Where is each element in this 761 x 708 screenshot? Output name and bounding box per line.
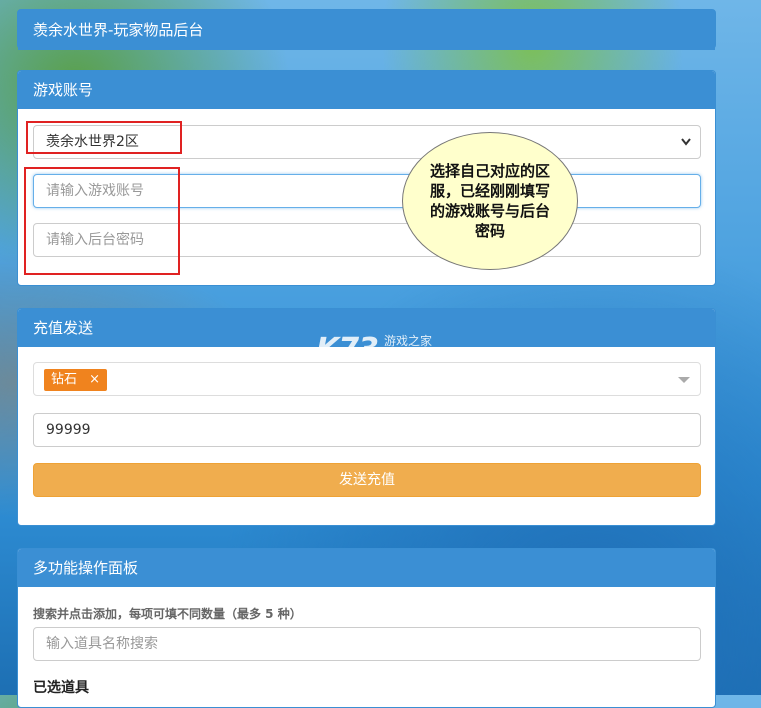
annotation-box-server xyxy=(26,121,182,154)
chevron-down-icon xyxy=(680,126,692,171)
send-recharge-button[interactable]: 发送充值 xyxy=(33,463,701,497)
title-panel: 羡余水世界-玩家物品后台 xyxy=(17,9,716,50)
page-title: 羡余水世界-玩家物品后台 xyxy=(18,10,715,50)
amount-input[interactable]: 99999 xyxy=(33,413,701,447)
selected-items-label: 已选道具 xyxy=(33,680,89,696)
close-icon[interactable]: × xyxy=(89,372,100,387)
item-multiselect[interactable]: 钻石 × xyxy=(33,362,701,396)
annotation-box-credentials xyxy=(24,167,180,275)
item-search-input[interactable]: 输入道具名称搜索 xyxy=(33,627,701,661)
watermark-logo-text: K73 xyxy=(316,332,379,367)
multi-panel-heading: 多功能操作面板 xyxy=(18,549,715,587)
search-hint: 搜索并点击添加，每项可填不同数量（最多 5 种） xyxy=(33,607,302,621)
item-tag-label: 钻石 xyxy=(51,372,78,387)
caret-down-icon xyxy=(678,377,690,383)
watermark-domain-text: .com xyxy=(394,347,421,360)
annotation-bubble: 选择自己对应的区服，已经刚刚填写的游戏账号与后台密码 xyxy=(402,132,578,270)
multi-panel: 多功能操作面板 搜索并点击添加，每项可填不同数量（最多 5 种） 输入道具名称搜… xyxy=(17,548,716,708)
item-search-placeholder: 输入道具名称搜索 xyxy=(46,636,158,652)
account-panel-heading: 游戏账号 xyxy=(18,71,715,109)
watermark-logo: K73 游戏之家 .com xyxy=(316,332,432,367)
item-tag: 钻石 × xyxy=(44,369,108,391)
